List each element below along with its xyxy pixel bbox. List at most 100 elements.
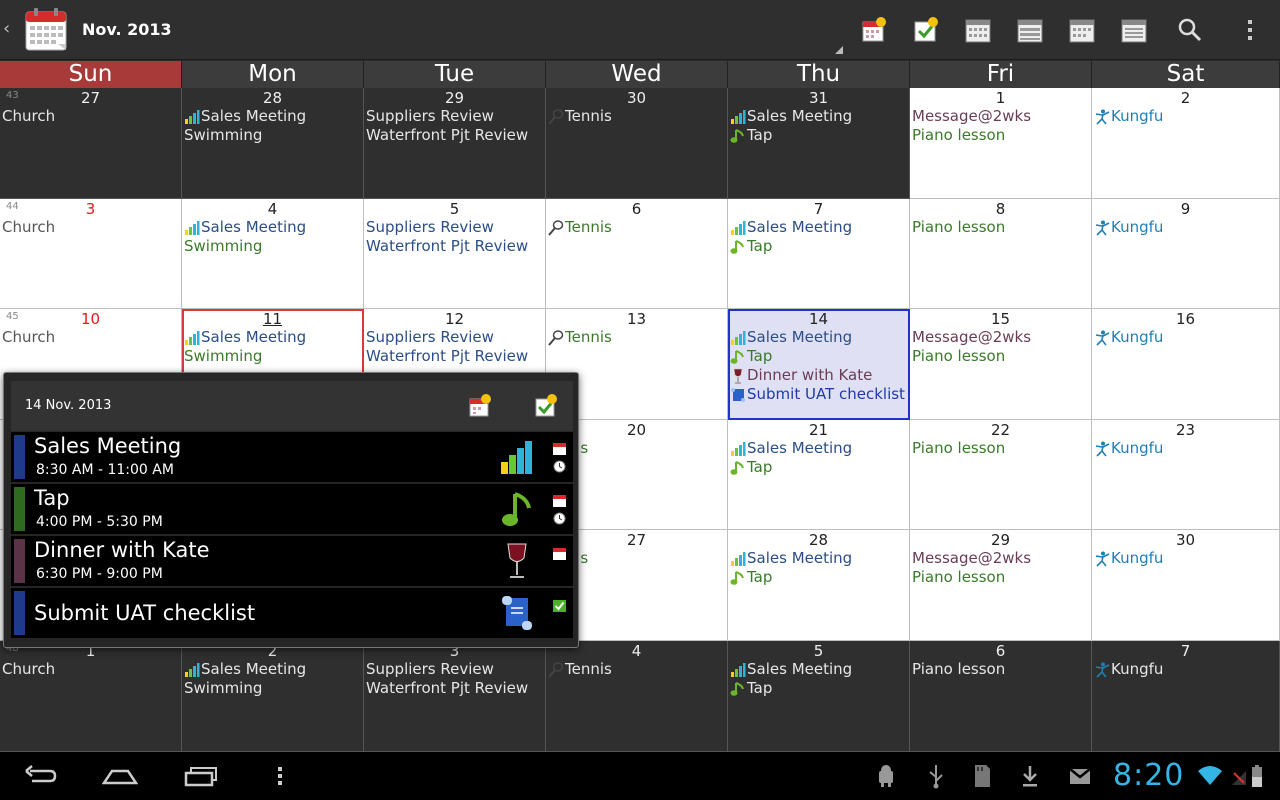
calendar-event[interactable]: Kungfu xyxy=(1094,549,1277,568)
calendar-event[interactable]: Tap xyxy=(730,679,907,698)
calendar-event[interactable]: Waterfront Pjt Review xyxy=(366,347,543,366)
popup-event-row[interactable]: Sales Meeting 8:30 AM - 11:00 AM xyxy=(11,432,573,482)
calendar-event[interactable]: Tap xyxy=(730,458,907,477)
day-cell[interactable]: 7 Kungfu xyxy=(1092,641,1280,752)
calendar-event[interactable]: Suppliers Review xyxy=(366,107,543,126)
calendar-event[interactable]: Swimming xyxy=(184,679,361,698)
calendar-event[interactable]: Suppliers Review xyxy=(366,328,543,347)
calendar-event[interactable]: Piano lesson xyxy=(912,568,1089,587)
calendar-event[interactable]: Kungfu xyxy=(1094,328,1277,347)
calendar-event[interactable]: Tap xyxy=(730,126,907,145)
day-cell[interactable]: 3 Suppliers Review Waterfront Pjt Review xyxy=(364,641,546,752)
popup-event-row[interactable]: Tap 4:00 PM - 5:30 PM xyxy=(11,484,573,534)
calendar-event[interactable]: Kungfu xyxy=(1094,660,1277,679)
calendar-event[interactable]: Sales Meeting xyxy=(730,549,907,568)
calendar-event[interactable]: Tap xyxy=(730,568,907,587)
day-cell[interactable]: 5 Sales Meeting Tap xyxy=(728,641,910,752)
calendar-event[interactable]: Church xyxy=(2,218,179,237)
day-cell[interactable]: 30 Tennis xyxy=(546,88,728,199)
calendar-event[interactable]: Dinner with Kate xyxy=(730,366,907,385)
calendar-event[interactable]: Message@2wks xyxy=(912,107,1089,126)
calendar-event[interactable]: Sales Meeting xyxy=(184,328,361,347)
day-cell[interactable]: 7 Sales Meeting Tap xyxy=(728,199,910,309)
day-cell[interactable]: 30 Kungfu xyxy=(1092,530,1280,641)
day-cell[interactable]: 22 Piano lesson xyxy=(910,420,1092,530)
calendar-event[interactable]: Church xyxy=(2,107,179,126)
calendar-event[interactable]: Kungfu xyxy=(1094,218,1277,237)
day-cell[interactable]: 29 Suppliers Review Waterfront Pjt Review xyxy=(364,88,546,199)
day-cell[interactable]: 2 Sales Meeting Swimming xyxy=(182,641,364,752)
calendar-event[interactable]: Sales Meeting xyxy=(184,107,361,126)
new-event-icon[interactable] xyxy=(860,16,888,44)
calendar-event[interactable]: Sales Meeting xyxy=(730,660,907,679)
popup-event-row[interactable]: Submit UAT checklist xyxy=(11,588,573,638)
popup-event-row[interactable]: Dinner with Kate 6:30 PM - 9:00 PM xyxy=(11,536,573,586)
menu-dots-icon[interactable] xyxy=(272,763,288,789)
agenda-view-icon[interactable] xyxy=(1120,16,1148,44)
day-cell[interactable]: 28 Sales Meeting Swimming xyxy=(182,88,364,199)
popup-new-task-icon[interactable] xyxy=(533,393,559,419)
calendar-event[interactable]: Piano lesson xyxy=(912,439,1089,458)
day-cell[interactable]: 15 Message@2wks Piano lesson xyxy=(910,309,1092,420)
new-task-icon[interactable] xyxy=(912,16,940,44)
day-cell[interactable]: 14 Sales Meeting Tap Dinner with Kate Submit… xyxy=(728,309,910,420)
month-title[interactable]: Nov. 2013 xyxy=(82,20,172,39)
calendar-event[interactable]: Tap xyxy=(730,237,907,256)
overflow-menu-icon[interactable] xyxy=(1236,16,1264,44)
calendar-event[interactable]: Sales Meeting xyxy=(730,107,907,126)
calendar-event[interactable]: Suppliers Review xyxy=(366,660,543,679)
day-cell[interactable]: 16 Kungfu xyxy=(1092,309,1280,420)
day-cell[interactable]: 8 Piano lesson xyxy=(910,199,1092,309)
calendar-event[interactable]: Sales Meeting xyxy=(730,218,907,237)
day-cell[interactable]: 9 Kungfu xyxy=(1092,199,1280,309)
calendar-event[interactable]: Waterfront Pjt Review xyxy=(366,126,543,145)
calendar-event[interactable]: Tennis xyxy=(548,107,725,126)
popup-new-event-icon[interactable] xyxy=(467,393,493,419)
calendar-event[interactable]: Message@2wks xyxy=(912,328,1089,347)
calendar-event[interactable]: Kungfu xyxy=(1094,107,1277,126)
day-cell[interactable]: 44 3 Church xyxy=(0,199,182,309)
day-cell[interactable]: 6 Piano lesson xyxy=(910,641,1092,752)
day-cell[interactable]: 29 Message@2wks Piano lesson xyxy=(910,530,1092,641)
home-icon[interactable] xyxy=(102,763,138,789)
calendar-event[interactable]: Church xyxy=(2,328,179,347)
calendar-event[interactable]: Piano lesson xyxy=(912,347,1089,366)
month-view-icon[interactable] xyxy=(1068,16,1096,44)
day-cell[interactable]: 1 Message@2wks Piano lesson xyxy=(910,88,1092,199)
search-icon[interactable] xyxy=(1176,16,1204,44)
calendar-event[interactable]: Piano lesson xyxy=(912,218,1089,237)
calendar-event[interactable]: Suppliers Review xyxy=(366,218,543,237)
day-cell[interactable]: 6 Tennis xyxy=(546,199,728,309)
day-cell[interactable]: 4 Sales Meeting Swimming xyxy=(182,199,364,309)
calendar-event[interactable]: Swimming xyxy=(184,347,361,366)
back-icon[interactable] xyxy=(22,763,58,789)
day-cell[interactable]: 23 Kungfu xyxy=(1092,420,1280,530)
calendar-event[interactable]: Waterfront Pjt Review xyxy=(366,679,543,698)
calendar-event[interactable]: Sales Meeting xyxy=(730,328,907,347)
calendar-event[interactable]: Piano lesson xyxy=(912,126,1089,145)
calendar-event[interactable]: Church xyxy=(2,660,179,679)
day-cell[interactable]: 2 Kungfu xyxy=(1092,88,1280,199)
day-cell[interactable]: 4 Tennis xyxy=(546,641,728,752)
recent-apps-icon[interactable] xyxy=(183,763,219,789)
day-cell[interactable]: 31 Sales Meeting Tap xyxy=(728,88,910,199)
calendar-event[interactable]: Swimming xyxy=(184,126,361,145)
day-cell[interactable]: 43 27 Church xyxy=(0,88,182,199)
day-cell[interactable]: 48 1 Church xyxy=(0,641,182,752)
calendar-event[interactable]: Sales Meeting xyxy=(730,439,907,458)
calendar-event[interactable]: Swimming xyxy=(184,237,361,256)
calendar-event[interactable]: Submit UAT checklist xyxy=(730,385,907,404)
day-cell[interactable]: 5 Suppliers Review Waterfront Pjt Review xyxy=(364,199,546,309)
calendar-event[interactable]: Tennis xyxy=(548,328,725,347)
day-view-icon[interactable] xyxy=(964,16,992,44)
calendar-event[interactable]: Sales Meeting xyxy=(184,218,361,237)
day-events-popup[interactable]: 14 Nov. 2013 Sales Meeting 8:30 AM - 11:0… xyxy=(3,372,579,648)
calendar-event[interactable]: Waterfront Pjt Review xyxy=(366,237,543,256)
calendar-event[interactable]: Message@2wks xyxy=(912,549,1089,568)
calendar-event[interactable]: Tennis xyxy=(548,660,725,679)
calendar-event[interactable]: Tennis xyxy=(548,218,725,237)
back-chevron-icon[interactable]: ‹ xyxy=(3,18,10,39)
calendar-event[interactable]: Piano lesson xyxy=(912,660,1089,679)
day-cell[interactable]: 21 Sales Meeting Tap xyxy=(728,420,910,530)
week-view-icon[interactable] xyxy=(1016,16,1044,44)
